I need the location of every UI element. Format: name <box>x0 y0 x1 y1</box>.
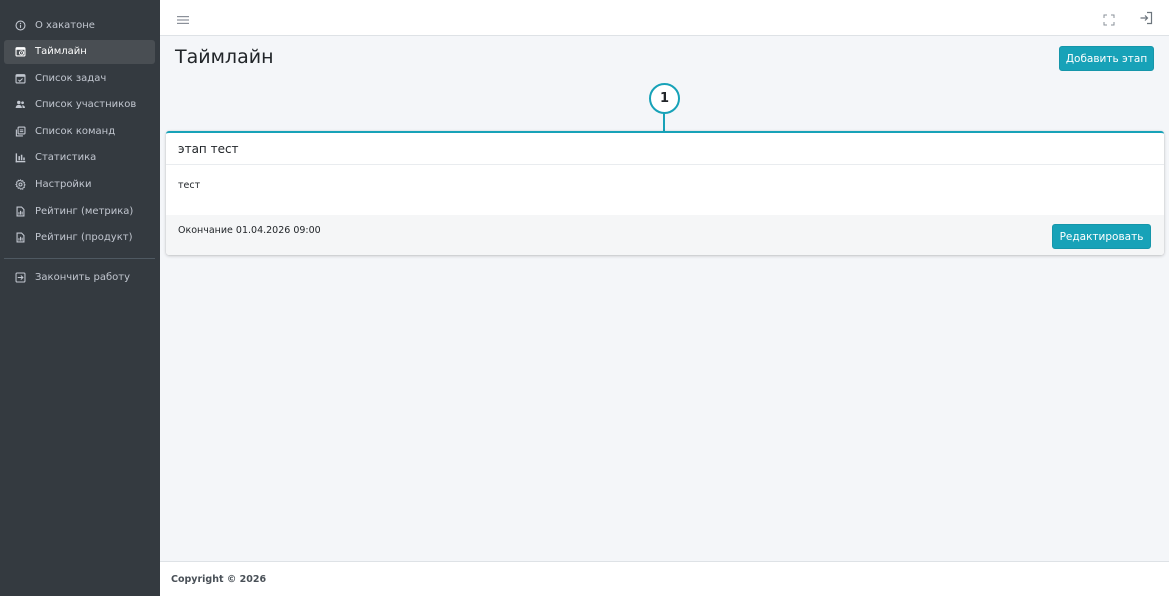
logout-icon[interactable] <box>1139 10 1153 25</box>
sidebar-item-label: О хакатоне <box>35 19 95 31</box>
sidebar-item-label: Статистика <box>35 152 97 164</box>
info-circle-icon <box>14 19 26 31</box>
stage-footer: Окончание 01.04.2026 09:00 Редактировать <box>166 215 1164 255</box>
sidebar-divider <box>4 257 155 259</box>
sidebar-item-teams[interactable]: Список команд <box>4 119 155 143</box>
users-icon <box>14 99 26 111</box>
sidebar-item-label: Список задач <box>35 72 107 84</box>
fullscreen-icon[interactable] <box>1103 11 1115 26</box>
document-icon <box>14 205 26 217</box>
top-navbar <box>160 0 1169 36</box>
sidebar-item-rating-product[interactable]: Рейтинг (продукт) <box>4 226 155 250</box>
sidebar-item-label: Рейтинг (продукт) <box>35 232 133 244</box>
stage-description: тест <box>178 180 201 191</box>
sidebar-item-statistics[interactable]: Статистика <box>4 146 155 170</box>
stage-title: этап тест <box>166 133 1164 165</box>
copy-icon <box>14 125 26 137</box>
sidebar-item-settings[interactable]: Настройки <box>4 173 155 197</box>
sidebar-item-label: Закончить работу <box>35 272 131 284</box>
sidebar: О хакатоне Таймлайн Список задач Список … <box>0 0 160 596</box>
sidebar-item-label: Таймлайн <box>35 46 87 58</box>
edit-stage-button[interactable]: Редактировать <box>1052 224 1151 249</box>
timeline-marker: 1 <box>649 83 680 114</box>
sidebar-item-label: Настройки <box>35 179 92 191</box>
add-stage-button[interactable]: Добавить этап <box>1059 46 1154 71</box>
calendar-check-icon <box>14 72 26 84</box>
gear-icon <box>14 179 26 191</box>
sidebar-item-tasks[interactable]: Список задач <box>4 66 155 90</box>
sidebar-item-label: Список участников <box>35 99 137 111</box>
sidebar-item-rating-metric[interactable]: Рейтинг (метрика) <box>4 199 155 223</box>
page-title: Таймлайн <box>175 46 274 68</box>
stage-card: этап тест тест Окончание 01.04.2026 09:0… <box>166 131 1164 255</box>
sidebar-item-label: Рейтинг (метрика) <box>35 205 134 217</box>
bar-chart-icon <box>14 152 26 164</box>
calendar-clock-icon <box>14 46 26 58</box>
sidebar-item-about[interactable]: О хакатоне <box>4 13 155 37</box>
sidebar-item-participants[interactable]: Список участников <box>4 93 155 117</box>
sidebar-item-logout[interactable]: Закончить работу <box>4 266 155 290</box>
logout-icon <box>14 272 26 284</box>
document-icon <box>14 232 26 244</box>
sidebar-item-timeline[interactable]: Таймлайн <box>4 39 155 64</box>
copyright-text: Copyright © 2026 <box>171 573 267 585</box>
sidebar-item-label: Список команд <box>35 125 116 137</box>
hamburger-icon[interactable] <box>177 11 189 24</box>
timeline-connector <box>663 113 665 133</box>
stage-end-date: Окончание 01.04.2026 09:00 <box>178 225 321 236</box>
page-footer: Copyright © 2026 <box>160 561 1169 596</box>
